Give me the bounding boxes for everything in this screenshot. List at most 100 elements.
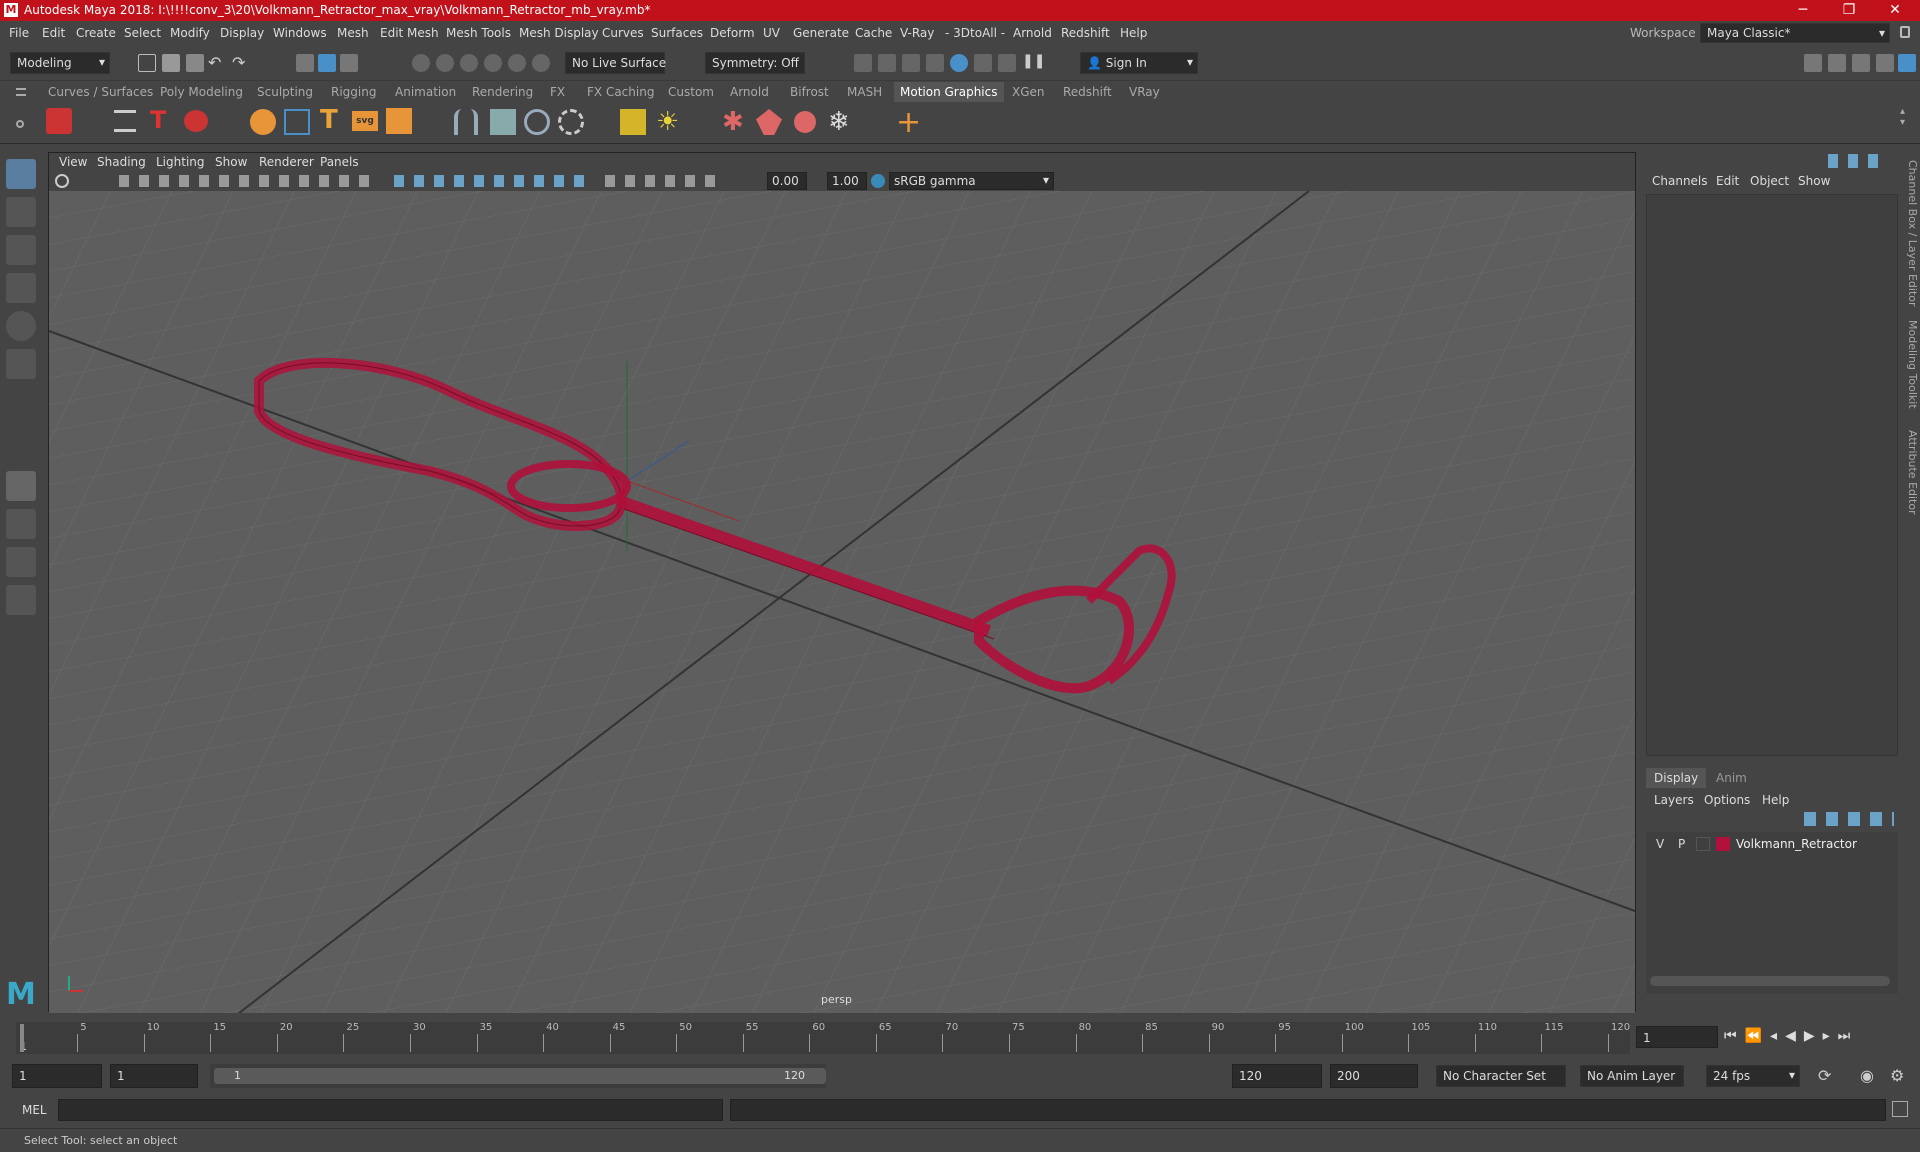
snap-view-icon[interactable]	[484, 54, 502, 72]
layer-visibility-toggle[interactable]: V	[1656, 837, 1664, 851]
panel-toggle-icons[interactable]	[1828, 154, 1888, 168]
layer-list-scrollbar[interactable]	[1650, 976, 1890, 986]
gear-icon[interactable]: ✱	[722, 107, 744, 137]
step-back-frame-icon[interactable]: ◂	[1770, 1028, 1785, 1044]
layer-reference-toggle[interactable]	[1696, 837, 1710, 851]
box-icon[interactable]	[386, 108, 412, 134]
shelf-tab-poly-modeling[interactable]: Poly Modeling	[160, 85, 243, 99]
mash-network-icon[interactable]	[46, 108, 72, 134]
channel-box-menu-show[interactable]: Show	[1798, 174, 1830, 188]
tab-display[interactable]: Display	[1646, 768, 1707, 788]
shelf-tab-fx-caching[interactable]: FX Caching	[587, 85, 654, 99]
playback-start-field[interactable]: 1	[110, 1064, 198, 1088]
layer-menu-options[interactable]: Options	[1704, 793, 1750, 807]
loop-icon[interactable]: ⟳	[1818, 1066, 1831, 1085]
maximize-button[interactable]: ❐	[1826, 0, 1872, 21]
menu-mesh[interactable]: Mesh	[337, 26, 369, 40]
shelf-tab-bifrost[interactable]: Bifrost	[790, 85, 829, 99]
shirt-icon[interactable]	[756, 109, 782, 135]
modeling-toolkit-icon[interactable]	[1804, 54, 1822, 72]
layer-row[interactable]: V P Volkmann_Retractor	[1646, 834, 1896, 854]
gamma-field[interactable]: 1.00	[827, 172, 867, 190]
shelf-tab-rendering[interactable]: Rendering	[472, 85, 533, 99]
select-tool-icon[interactable]	[6, 159, 36, 189]
snap-grid-icon[interactable]	[412, 54, 430, 72]
menu-mesh-display[interactable]: Mesh Display	[519, 26, 599, 40]
viewport-menu-lighting[interactable]: Lighting	[156, 155, 205, 169]
lock-icon[interactable]	[1900, 26, 1910, 38]
menu-curves[interactable]: Curves	[602, 26, 644, 40]
layer-menu-layers[interactable]: Layers	[1654, 793, 1694, 807]
menu-display[interactable]: Display	[220, 26, 264, 40]
color-space-dropdown[interactable]: sRGB gamma ▾	[889, 172, 1054, 190]
redo-icon[interactable]: ↷	[232, 53, 245, 72]
current-frame-field[interactable]: 1	[1636, 1026, 1718, 1048]
menu-windows[interactable]: Windows	[273, 26, 327, 40]
character-controls-icon[interactable]	[1828, 54, 1846, 72]
menu-uv[interactable]: UV	[763, 26, 780, 40]
orbit-icon[interactable]	[558, 109, 584, 135]
menu-select[interactable]: Select	[124, 26, 161, 40]
fps-dropdown[interactable]: 24 fps ▾	[1706, 1065, 1800, 1087]
minimize-button[interactable]: ─	[1780, 0, 1826, 21]
camera-select-icon[interactable]	[55, 174, 69, 188]
cross-icon[interactable]: +	[896, 105, 921, 140]
range-slider-handle[interactable]	[214, 1068, 826, 1084]
two-view-icon[interactable]	[6, 547, 36, 577]
paint-select-tool-icon[interactable]	[6, 235, 36, 265]
lasso-tool-icon[interactable]	[6, 197, 36, 227]
move-tool-icon[interactable]	[6, 273, 36, 303]
snowflake-icon[interactable]: ❄	[828, 107, 850, 137]
channel-box-icon[interactable]	[1898, 54, 1916, 72]
render-view-icon[interactable]	[950, 54, 968, 72]
workspace-dropdown[interactable]: Maya Classic* ▾	[1700, 23, 1890, 43]
shelf-tab-sculpting[interactable]: Sculpting	[257, 85, 313, 99]
menu-arnold[interactable]: Arnold	[1013, 26, 1052, 40]
shelf-tab-vray[interactable]: VRay	[1129, 85, 1160, 99]
undo-icon[interactable]: ↶	[208, 53, 221, 72]
magnet-icon[interactable]	[454, 109, 478, 135]
shelf-tab-fx[interactable]: FX	[550, 85, 565, 99]
shelf-tab-rigging[interactable]: Rigging	[331, 85, 376, 99]
snap-curve-icon[interactable]	[436, 54, 454, 72]
snap-pivot-icon[interactable]	[532, 54, 550, 72]
tool-settings-icon[interactable]	[1876, 54, 1894, 72]
outliner-view-icon[interactable]	[6, 585, 36, 615]
close-button[interactable]: ✕	[1872, 0, 1918, 21]
viewport-tool-icons[interactable]	[119, 175, 379, 187]
auto-key-icon[interactable]: ◉	[1860, 1066, 1874, 1085]
type-tool-icon[interactable]: T	[150, 106, 166, 134]
scale-tool-icon[interactable]	[6, 349, 36, 379]
shelf-tab-curves-surfaces[interactable]: Curves / Surfaces	[48, 85, 153, 99]
channel-box-menu-channels[interactable]: Channels	[1652, 174, 1708, 188]
animation-start-field[interactable]: 1	[12, 1064, 102, 1088]
symmetry-dropdown[interactable]: Symmetry: Off	[705, 52, 805, 74]
range-slider[interactable]: 1 120	[210, 1064, 826, 1088]
step-back-key-icon[interactable]: ⏪	[1745, 1028, 1770, 1044]
shelf-settings-icon[interactable]	[16, 120, 24, 128]
menu-generate[interactable]: Generate	[793, 26, 849, 40]
select-object-icon[interactable]	[318, 54, 336, 72]
pause-icon[interactable]: ❚❚	[1022, 53, 1045, 69]
color-management-icon[interactable]	[871, 174, 885, 188]
open-scene-icon[interactable]	[162, 54, 180, 72]
tab-anim[interactable]: Anim	[1716, 771, 1747, 785]
text-tool-icon[interactable]: T	[320, 105, 338, 135]
sphere-icon[interactable]	[250, 109, 276, 135]
channel-box-menu-edit[interactable]: Edit	[1716, 174, 1739, 188]
display-toggle-icons[interactable]	[605, 175, 725, 187]
exposure-field[interactable]: 0.00	[767, 172, 807, 190]
brush-icon[interactable]	[490, 109, 516, 135]
animation-end-field[interactable]: 200	[1330, 1064, 1418, 1088]
select-component-icon[interactable]	[340, 54, 358, 72]
select-hierarchy-icon[interactable]	[296, 54, 314, 72]
four-view-icon[interactable]	[6, 509, 36, 539]
layer-playback-toggle[interactable]: P	[1678, 837, 1685, 851]
menu-modify[interactable]: Modify	[170, 26, 210, 40]
layer-name[interactable]: Volkmann_Retractor	[1736, 837, 1857, 851]
blocks-icon[interactable]	[620, 109, 646, 135]
snap-surface-icon[interactable]	[508, 54, 526, 72]
svg-tool-icon[interactable]: svg	[352, 111, 378, 131]
channel-box-menu-object[interactable]: Object	[1750, 174, 1789, 188]
render-settings-icon[interactable]	[902, 54, 920, 72]
